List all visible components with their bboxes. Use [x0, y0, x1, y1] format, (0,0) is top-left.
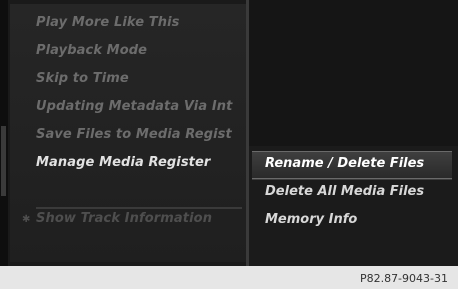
submenu-item-delete-all-media-files[interactable]: Delete All Media Files: [265, 184, 424, 199]
star-icon: ✱: [22, 214, 31, 225]
menu-item-manage-media-register[interactable]: Manage Media Register: [36, 155, 210, 170]
menu-item-skip-to-time[interactable]: Skip to Time: [36, 71, 129, 86]
menu-item-show-track-information[interactable]: Show Track Information: [36, 211, 212, 226]
left-edge-bar: [0, 0, 8, 266]
scroll-indicator: [1, 126, 6, 196]
submenu-item-memory-info[interactable]: Memory Info: [265, 212, 357, 227]
menu-separator: [36, 207, 242, 209]
figure-caption: P82.87-9043-31: [359, 272, 448, 285]
menu-item-play-more-like-this[interactable]: Play More Like This: [36, 15, 179, 30]
submenu-item-rename-delete-files[interactable]: Rename / Delete Files: [265, 156, 424, 171]
submenu-divider: [252, 179, 452, 180]
menu-item-updating-metadata[interactable]: Updating Metadata Via Int: [36, 99, 232, 114]
menu-item-playback-mode[interactable]: Playback Mode: [36, 43, 147, 58]
menu-item-save-files[interactable]: Save Files to Media Regist: [36, 127, 232, 142]
submenu-empty-area: [249, 0, 458, 146]
